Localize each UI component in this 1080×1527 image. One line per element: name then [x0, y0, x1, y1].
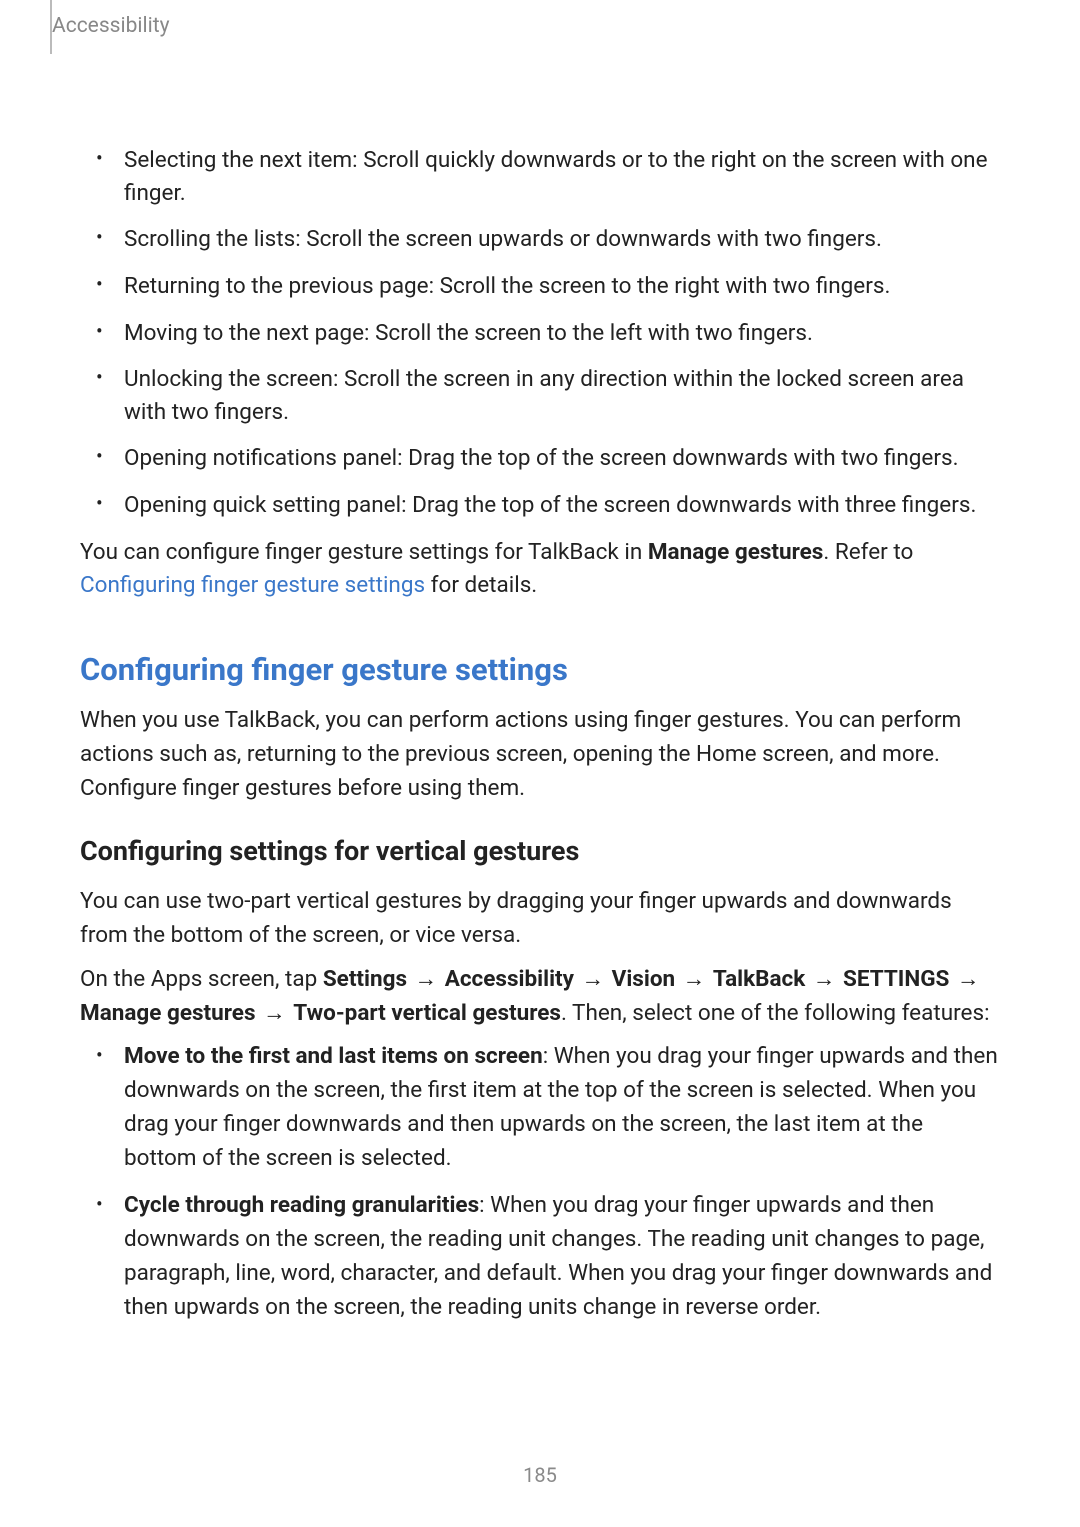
arrow-icon: →: [955, 966, 982, 992]
list-item: Unlocking the screen: Scroll the screen …: [80, 363, 1000, 428]
list-item: Opening quick setting panel: Drag the to…: [80, 489, 1000, 522]
text: for details.: [425, 572, 537, 598]
list-item: Move to the first and last items on scre…: [80, 1040, 1000, 1175]
navigation-path: On the Apps screen, tap Settings → Acces…: [80, 963, 1000, 1031]
list-item: Returning to the previous page: Scroll t…: [80, 270, 1000, 303]
arrow-icon: →: [261, 1000, 288, 1026]
path-step: Vision: [612, 966, 675, 992]
subsection-heading: Configuring settings for vertical gestur…: [80, 835, 1000, 867]
subsection-para: You can use two-part vertical gestures b…: [80, 885, 1000, 953]
arrow-icon: →: [413, 966, 440, 992]
text: . Then, select one of the following feat…: [561, 1000, 990, 1026]
feature-list: Move to the first and last items on scre…: [80, 1040, 1000, 1324]
page-number: 185: [0, 1463, 1080, 1487]
list-item: Cycle through reading granularities: Whe…: [80, 1189, 1000, 1324]
path-step: Two-part vertical gestures: [293, 1000, 561, 1026]
cross-ref-link[interactable]: Configuring finger gesture settings: [80, 572, 425, 598]
arrow-icon: →: [811, 966, 838, 992]
path-step: TalkBack: [713, 966, 805, 992]
section-description: When you use TalkBack, you can perform a…: [80, 704, 1000, 805]
header-section-label: Accessibility: [52, 14, 170, 38]
list-item: Opening notifications panel: Drag the to…: [80, 442, 1000, 475]
list-item: Scrolling the lists: Scroll the screen u…: [80, 223, 1000, 256]
section-heading: Configuring finger gesture settings: [80, 651, 1000, 688]
feature-term: Cycle through reading granularities: [124, 1192, 479, 1218]
bold-term: Manage gestures: [648, 539, 824, 565]
text: On the Apps screen, tap: [80, 966, 323, 992]
path-step: Settings: [323, 966, 407, 992]
gesture-list: Selecting the next item: Scroll quickly …: [80, 144, 1000, 522]
configure-note: You can configure finger gesture setting…: [80, 536, 1000, 604]
text: You can configure finger gesture setting…: [80, 539, 648, 565]
path-step: Accessibility: [445, 966, 574, 992]
path-step: Manage gestures: [80, 1000, 256, 1026]
path-step: SETTINGS: [843, 966, 949, 992]
arrow-icon: →: [681, 966, 708, 992]
arrow-icon: →: [580, 966, 607, 992]
list-item: Selecting the next item: Scroll quickly …: [80, 144, 1000, 209]
page-header: Accessibility: [0, 0, 1080, 54]
text: . Refer to: [823, 539, 913, 565]
feature-term: Move to the first and last items on scre…: [124, 1043, 543, 1069]
list-item: Moving to the next page: Scroll the scre…: [80, 317, 1000, 350]
page-content: Selecting the next item: Scroll quickly …: [0, 108, 1080, 1378]
